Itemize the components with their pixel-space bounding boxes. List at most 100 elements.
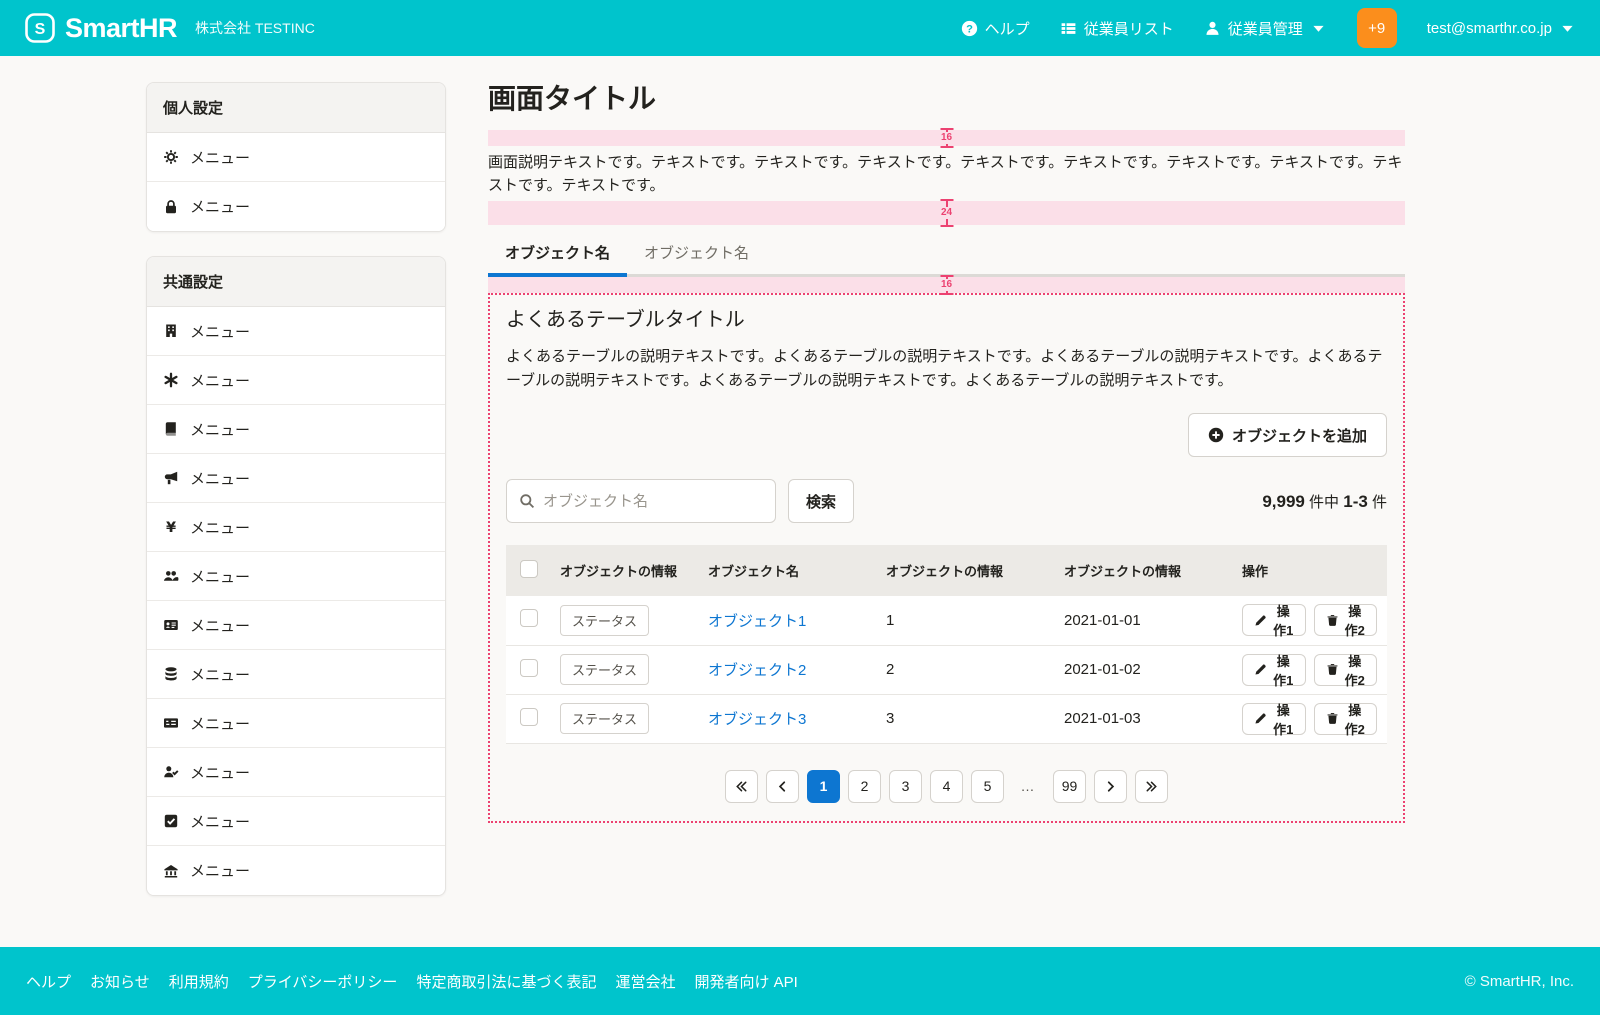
annotated-table-panel: よくあるテーブルタイトル よくあるテーブルの説明テキストです。よくあるテーブルの… bbox=[488, 293, 1405, 823]
page-button-2[interactable]: 2 bbox=[848, 770, 881, 803]
account-dropdown[interactable]: test@smarthr.co.jp bbox=[1427, 20, 1576, 37]
sidebar-item-book[interactable]: メニュー bbox=[147, 405, 445, 454]
edit-button[interactable]: 操作1 bbox=[1242, 703, 1306, 735]
row-checkbox[interactable] bbox=[520, 659, 538, 677]
search-input[interactable] bbox=[543, 493, 763, 510]
result-count: 9,999 件中 1-3 件 bbox=[1262, 491, 1387, 512]
employee-admin-dropdown[interactable]: 従業員管理 bbox=[1204, 18, 1327, 39]
help-menu-item[interactable]: ? ヘルプ bbox=[961, 18, 1030, 39]
next-page-button[interactable] bbox=[1094, 770, 1127, 803]
delete-button[interactable]: 操作2 bbox=[1314, 604, 1378, 636]
page-content: 個人設定 メニュー メニュー 共通設定 メニュー メニュー メニュー メニュー bbox=[0, 56, 1600, 947]
object-link[interactable]: オブジェクト3 bbox=[708, 711, 806, 728]
sidebar-item-label: メニュー bbox=[190, 517, 250, 538]
users-icon bbox=[163, 568, 179, 584]
spacing-value: 24 bbox=[939, 207, 954, 219]
gear-icon bbox=[163, 149, 179, 165]
question-circle-icon: ? bbox=[961, 20, 978, 37]
sidebar-item-building[interactable]: メニュー bbox=[147, 307, 445, 356]
delete-button[interactable]: 操作2 bbox=[1314, 703, 1378, 735]
page-button-4[interactable]: 4 bbox=[930, 770, 963, 803]
sidebar-section: 個人設定 メニュー メニュー bbox=[146, 82, 446, 232]
tab-object-2[interactable]: オブジェクト名 bbox=[627, 233, 766, 274]
plus-circle-icon bbox=[1208, 427, 1224, 443]
delete-label: 操作2 bbox=[1345, 601, 1366, 639]
sidebar-item-gear[interactable]: メニュー bbox=[147, 133, 445, 182]
footer-link[interactable]: 運営会社 bbox=[615, 971, 675, 992]
first-page-button[interactable] bbox=[725, 770, 758, 803]
sidebar-item-yen[interactable]: ¥ メニュー bbox=[147, 503, 445, 552]
svg-text:S: S bbox=[35, 21, 46, 38]
actions-cell: 操作1 操作2 bbox=[1232, 645, 1387, 694]
delete-label: 操作2 bbox=[1345, 700, 1366, 738]
smarthr-logo[interactable]: S SmartHR bbox=[24, 12, 177, 44]
search-button[interactable]: 検索 bbox=[788, 479, 854, 523]
prev-page-button[interactable] bbox=[766, 770, 799, 803]
edit-button[interactable]: 操作1 bbox=[1242, 654, 1306, 686]
status-cell: ステータス bbox=[550, 645, 698, 694]
object-link[interactable]: オブジェクト1 bbox=[708, 613, 806, 630]
column-header-date: オブジェクトの情報 bbox=[1054, 545, 1232, 596]
footer-link[interactable]: プライバシーポリシー bbox=[248, 971, 398, 992]
add-object-button[interactable]: オブジェクトを追加 bbox=[1188, 413, 1387, 457]
page-button-5[interactable]: 5 bbox=[971, 770, 1004, 803]
page-button-1[interactable]: 1 bbox=[807, 770, 840, 803]
trash-icon bbox=[1326, 614, 1339, 627]
select-all-checkbox[interactable] bbox=[520, 560, 538, 578]
actions-cell: 操作1 操作2 bbox=[1232, 596, 1387, 645]
database-icon bbox=[163, 666, 179, 682]
date-cell: 2021-01-03 bbox=[1054, 694, 1232, 743]
date-cell: 2021-01-01 bbox=[1054, 596, 1232, 645]
table-row: ステータス オブジェクト3 3 2021-01-03 操作1 操作2 bbox=[506, 694, 1387, 743]
table-head: オブジェクトの情報 オブジェクト名 オブジェクトの情報 オブジェクトの情報 操作 bbox=[506, 545, 1387, 596]
sidebar-item-user-check[interactable]: メニュー bbox=[147, 748, 445, 797]
row-checkbox[interactable] bbox=[520, 609, 538, 627]
column-header-name: オブジェクト名 bbox=[698, 545, 876, 596]
row-checkbox[interactable] bbox=[520, 708, 538, 726]
sidebar-item-check-square[interactable]: メニュー bbox=[147, 797, 445, 846]
page-button-3[interactable]: 3 bbox=[889, 770, 922, 803]
sidebar-item-money-check[interactable]: メニュー bbox=[147, 699, 445, 748]
sidebar-item-megaphone[interactable]: メニュー bbox=[147, 454, 445, 503]
status-badge: ステータス bbox=[560, 605, 649, 636]
smarthr-logo-icon: S bbox=[24, 12, 56, 44]
sidebar-item-bank[interactable]: メニュー bbox=[147, 846, 445, 895]
tab-object-1[interactable]: オブジェクト名 bbox=[488, 233, 627, 274]
employee-list-menu-item[interactable]: 従業員リスト bbox=[1060, 18, 1174, 39]
info-cell: 2 bbox=[876, 645, 1054, 694]
last-page-button[interactable] bbox=[1135, 770, 1168, 803]
edit-button[interactable]: 操作1 bbox=[1242, 604, 1306, 636]
asterisk-icon bbox=[163, 372, 179, 388]
sidebar-item-database[interactable]: メニュー bbox=[147, 650, 445, 699]
footer-link[interactable]: お知らせ bbox=[90, 971, 150, 992]
pencil-icon bbox=[1254, 712, 1267, 725]
row-select-cell bbox=[506, 645, 550, 694]
footer-link[interactable]: 利用規約 bbox=[169, 971, 229, 992]
object-link[interactable]: オブジェクト2 bbox=[708, 662, 806, 679]
table-header-row: オブジェクトの情報 オブジェクト名 オブジェクトの情報 オブジェクトの情報 操作 bbox=[506, 545, 1387, 596]
notification-badge[interactable]: +9 bbox=[1357, 8, 1397, 48]
edit-label: 操作1 bbox=[1273, 651, 1294, 689]
table-row: ステータス オブジェクト2 2 2021-01-02 操作1 操作2 bbox=[506, 645, 1387, 694]
delete-button[interactable]: 操作2 bbox=[1314, 654, 1378, 686]
sidebar-item-id-card[interactable]: メニュー bbox=[147, 601, 445, 650]
sidebar-item-lock[interactable]: メニュー bbox=[147, 182, 445, 231]
footer-link[interactable]: 特定商取引法に基づく表記 bbox=[416, 971, 596, 992]
page-button-99[interactable]: 99 bbox=[1053, 770, 1086, 803]
sidebar-item-asterisk[interactable]: メニュー bbox=[147, 356, 445, 405]
chevrons-right-icon bbox=[1145, 780, 1158, 793]
sidebar-item-users[interactable]: メニュー bbox=[147, 552, 445, 601]
status-badge: ステータス bbox=[560, 703, 649, 734]
add-object-label: オブジェクトを追加 bbox=[1232, 425, 1367, 446]
app-header: S SmartHR 株式会社 TESTINC ? ヘルプ 従業員リスト 従業員管… bbox=[0, 0, 1600, 56]
sidebar-item-label: メニュー bbox=[190, 762, 250, 783]
column-header-actions: 操作 bbox=[1232, 545, 1387, 596]
footer-link[interactable]: ヘルプ bbox=[26, 971, 71, 992]
trash-icon bbox=[1326, 712, 1339, 725]
list-icon bbox=[1060, 20, 1077, 37]
sidebar-item-label: メニュー bbox=[190, 713, 250, 734]
person-icon bbox=[1204, 20, 1221, 37]
footer-link[interactable]: 開発者向け API bbox=[694, 971, 797, 992]
chevron-left-icon bbox=[776, 780, 789, 793]
status-cell: ステータス bbox=[550, 596, 698, 645]
